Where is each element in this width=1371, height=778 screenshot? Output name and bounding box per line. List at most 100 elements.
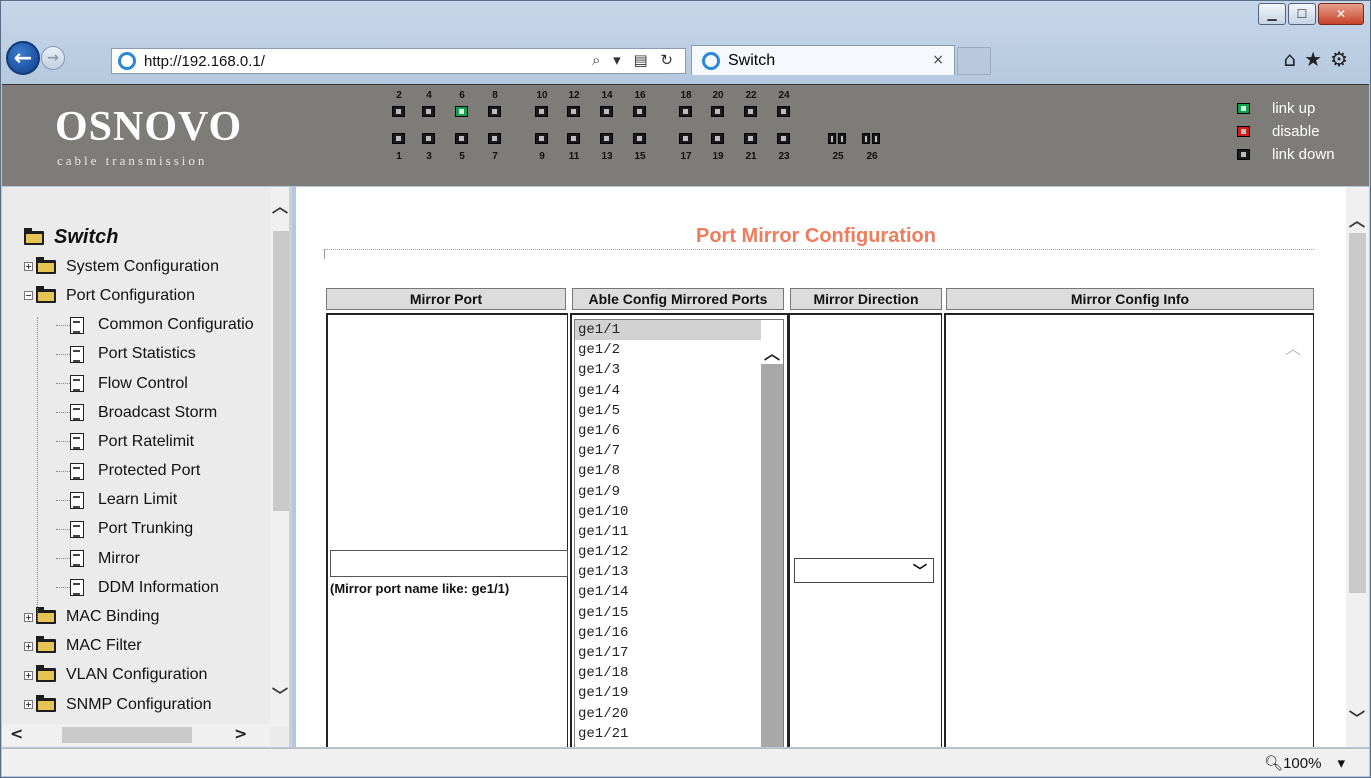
zoom-dropdown-icon[interactable]: ▾ [1337,755,1345,772]
sidebar-item[interactable]: + VLAN Configuration [24,661,254,690]
ethernet-port-icon[interactable] [535,133,548,144]
ethernet-port-icon[interactable] [455,133,468,144]
port-option[interactable]: ge1/21 [575,724,761,744]
port-option[interactable]: ge1/8 [575,461,761,481]
expand-plus-icon[interactable]: + [24,670,33,680]
port-option[interactable]: ge1/13 [575,562,761,582]
content-vertical-scrollbar[interactable]: ︿ ﹀ [1346,187,1369,747]
expand-plus-icon[interactable]: + [24,700,33,710]
expand-plus-icon[interactable]: + [24,612,33,622]
ethernet-port-icon[interactable] [567,106,580,117]
content-scroll-up-icon[interactable]: ︿ [1349,207,1365,231]
expand-plus-icon[interactable]: + [24,641,33,651]
sfp-port-icon[interactable] [862,133,870,144]
ethernet-port-icon[interactable] [633,106,646,117]
port-option[interactable]: ge1/17 [575,643,761,663]
back-button[interactable]: ← [6,41,40,75]
ethernet-port-icon[interactable] [488,106,501,117]
sidebar-item[interactable]: + MAC Binding [24,602,254,631]
hscroll-thumb[interactable] [62,727,192,743]
port-option[interactable]: ge1/6 [575,421,761,441]
address-bar[interactable]: http://192.168.0.1/ ⌕ ▾ ▤ ↻ [111,48,686,74]
mirrored-ports-listbox[interactable]: ge1/1 ge1/2 ge1/3 ge1/4 ge1/5 ge1/6 ge1/7 ge1/8… [574,319,784,747]
sidebar-horizontal-scrollbar[interactable]: < > [2,724,270,746]
listbox-scrollbar[interactable]: ︿ [761,340,783,747]
tab-switch[interactable]: Switch × [691,45,955,75]
content-scroll-down-icon[interactable]: ﹀ [1349,705,1365,729]
tree-root[interactable]: Switch [24,223,254,252]
port-option[interactable]: ge1/10 [575,502,761,522]
port-option[interactable]: ge1/9 [575,482,761,502]
sidebar-item[interactable]: Learn Limit [24,486,254,515]
port-option[interactable]: ge1/14 [575,582,761,602]
zoom-control[interactable]: 🔍︎100% ▾ [1264,754,1345,772]
mirror-port-input[interactable] [330,550,568,577]
address-url[interactable]: http://192.168.0.1/ [144,53,265,70]
sidebar-item[interactable]: + SNMP Configuration [24,690,254,719]
sfp-port-icon[interactable] [828,133,836,144]
tab-close-icon[interactable]: × [932,52,944,68]
info-scroll-up-icon[interactable]: ︿ [1285,335,1301,359]
ethernet-port-icon[interactable] [711,106,724,117]
ethernet-port-icon[interactable] [600,133,613,144]
sidebar-item[interactable]: Mirror [24,544,254,573]
forward-button[interactable]: → [41,46,65,70]
ethernet-port-icon[interactable] [488,133,501,144]
ethernet-port-icon[interactable] [679,106,692,117]
port-option[interactable]: ge1/1 [575,320,761,341]
ethernet-port-icon[interactable] [777,106,790,117]
ethernet-port-icon[interactable] [455,106,468,117]
mirror-direction-select[interactable]: ﹀ [794,558,934,583]
ethernet-port-icon[interactable] [392,106,405,117]
port-option[interactable]: ge1/3 [575,360,761,380]
scroll-left-icon[interactable]: < [10,724,23,743]
port-option[interactable]: ge1/7 [575,441,761,461]
sidebar-item[interactable]: − Port Configuration [24,281,254,310]
sidebar-item[interactable]: Port Trunking [24,515,254,544]
ethernet-port-icon[interactable] [535,106,548,117]
port-option[interactable]: ge1/2 [575,340,761,360]
close-window-button[interactable]: ✕ [1318,3,1364,25]
sidebar-vertical-scrollbar[interactable]: ︿ ﹀ [270,187,289,727]
ethernet-port-icon[interactable] [567,133,580,144]
sfp-port-icon[interactable] [838,133,846,144]
ethernet-port-icon[interactable] [392,133,405,144]
sidebar-item[interactable]: DDM Information [24,573,254,602]
ethernet-port-icon[interactable] [422,133,435,144]
sidebar-item[interactable]: Port Statistics [24,340,254,369]
maximize-button[interactable]: ☐ [1288,3,1316,25]
sidebar-item[interactable]: Common Configuratio [24,311,254,340]
minimize-button[interactable]: ▁ [1258,3,1286,25]
port-option[interactable]: ge1/11 [575,522,761,542]
new-tab-button[interactable] [957,47,991,75]
port-option[interactable]: ge1/20 [575,704,761,724]
scroll-up-icon[interactable]: ︿ [272,193,288,217]
expand-plus-icon[interactable]: + [24,262,33,272]
collapse-minus-icon[interactable]: − [24,291,33,301]
ethernet-port-icon[interactable] [679,133,692,144]
content-scroll-thumb[interactable] [1349,233,1366,593]
home-favorites-settings-icons[interactable]: ⌂★⚙ [1283,47,1356,71]
address-tools-icons[interactable]: ⌕ ▾ ▤ ↻ [592,51,677,69]
ethernet-port-icon[interactable] [711,133,724,144]
ethernet-port-icon[interactable] [744,133,757,144]
sidebar-item[interactable]: Port Ratelimit [24,427,254,456]
listbox-scroll-up-icon[interactable]: ︿ [761,340,783,364]
scroll-thumb[interactable] [273,231,289,511]
port-option[interactable]: ge1/22 [575,744,761,747]
sidebar-item[interactable]: + MAC Filter [24,632,254,661]
port-option[interactable]: ge1/4 [575,381,761,401]
sfp-port-icon[interactable] [872,133,880,144]
scroll-right-icon[interactable]: > [234,724,247,743]
ethernet-port-icon[interactable] [744,106,757,117]
port-option[interactable]: ge1/16 [575,623,761,643]
ethernet-port-icon[interactable] [422,106,435,117]
ethernet-port-icon[interactable] [600,106,613,117]
ethernet-port-icon[interactable] [777,133,790,144]
scroll-down-icon[interactable]: ﹀ [272,682,288,706]
ethernet-port-icon[interactable] [633,133,646,144]
sidebar-item[interactable]: Flow Control [24,369,254,398]
port-option[interactable]: ge1/15 [575,603,761,623]
port-option[interactable]: ge1/18 [575,663,761,683]
sidebar-item[interactable]: Protected Port [24,457,254,486]
